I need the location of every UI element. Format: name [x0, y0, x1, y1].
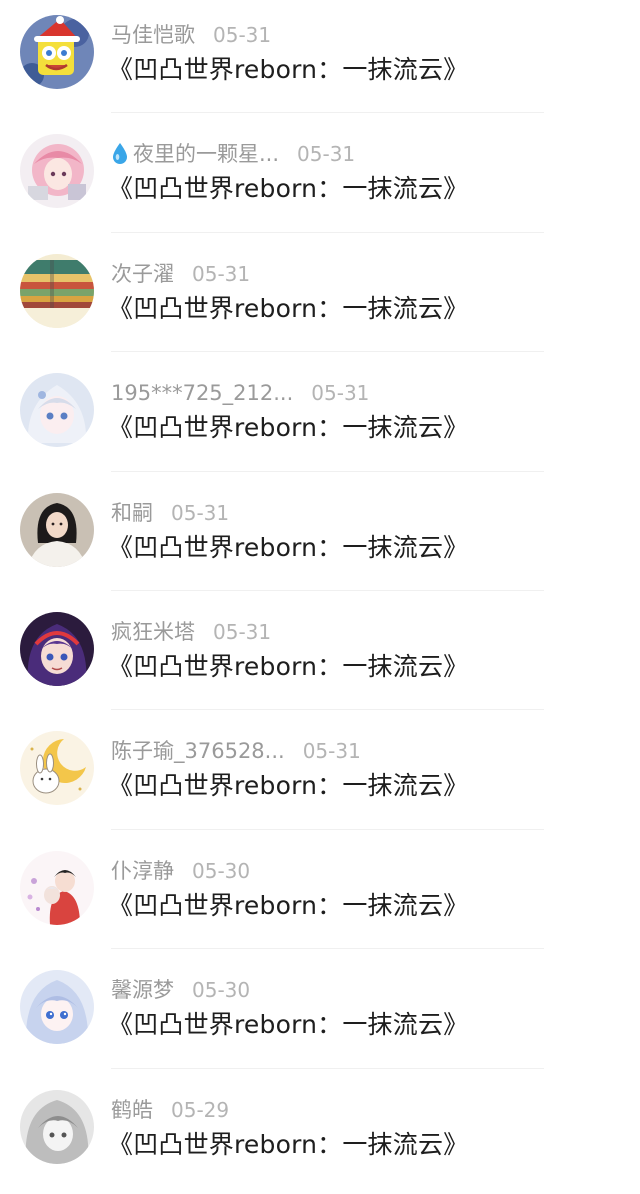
divider	[111, 589, 544, 591]
list-item[interactable]: 鹤皓 05-29 《凹凸世界reborn：一抹流云》	[0, 1075, 640, 1194]
comment-meta: 仆淳静 05-30	[111, 857, 250, 885]
comment-date: 05-31	[171, 500, 230, 525]
comment-meta: 195***725_212... 05-31	[111, 379, 369, 407]
avatar[interactable]	[20, 253, 94, 328]
comment-title[interactable]: 《凹凸世界reborn：一抹流云》	[108, 1008, 468, 1042]
bunny-moon-avatar-image	[20, 731, 94, 806]
white-hair-anime-avatar-image	[20, 373, 94, 448]
blue-hair-anime-avatar-image	[20, 970, 94, 1045]
comment-title[interactable]: 《凹凸世界reborn：一抹流云》	[108, 172, 468, 206]
username[interactable]: 夜里的一颗星...	[133, 140, 279, 168]
spongebob-santa-avatar-image	[20, 15, 94, 89]
username[interactable]: 马佳恺歌	[111, 21, 195, 49]
comment-date: 05-31	[213, 23, 272, 47]
comment-date: 05-31	[311, 381, 370, 406]
list-item[interactable]: 陈子瑜_376528... 05-31 《凹凸世界reborn：一抹流云》	[0, 716, 640, 835]
username[interactable]: 和嗣	[111, 499, 153, 527]
list-item[interactable]: 和嗣 05-31 《凹凸世界reborn：一抹流云》	[0, 478, 640, 597]
username[interactable]: 仆淳静	[111, 857, 174, 885]
girl-photo-avatar-image	[20, 492, 94, 567]
divider	[111, 112, 544, 114]
water-drop-icon	[111, 140, 131, 168]
divider	[111, 828, 544, 830]
comment-title[interactable]: 《凹凸世界reborn：一抹流云》	[108, 650, 468, 684]
anime-couple-avatar-image	[20, 850, 94, 925]
avatar[interactable]	[20, 611, 94, 686]
list-item[interactable]: 疯狂米塔 05-31 《凹凸世界reborn：一抹流云》	[0, 597, 640, 716]
comment-meta: 陈子瑜_376528... 05-31	[111, 737, 361, 765]
list-item[interactable]: 195***725_212... 05-31 《凹凸世界reborn：一抹流云》	[0, 358, 640, 477]
avatar[interactable]	[20, 492, 94, 567]
purple-hair-anime-avatar-image	[20, 611, 94, 686]
avatar[interactable]	[20, 15, 94, 89]
avatar[interactable]	[20, 731, 94, 806]
avatar[interactable]	[20, 373, 94, 448]
grayscale-anime-avatar-image	[20, 1089, 94, 1164]
username[interactable]: 鹤皓	[111, 1096, 153, 1124]
avatar[interactable]	[20, 970, 94, 1045]
divider	[111, 709, 544, 711]
comment-meta: 疯狂米塔 05-31	[111, 618, 271, 646]
comment-date: 05-31	[192, 261, 251, 286]
list-item[interactable]: 次子濯 05-31 《凹凸世界reborn：一抹流云》	[0, 239, 640, 358]
divider	[111, 470, 544, 472]
comment-title[interactable]: 《凹凸世界reborn：一抹流云》	[108, 53, 468, 87]
comment-title[interactable]: 《凹凸世界reborn：一抹流云》	[108, 292, 468, 326]
list-item[interactable]: 馨源梦 05-30 《凹凸世界reborn：一抹流云》	[0, 955, 640, 1074]
divider	[111, 351, 544, 353]
comment-title[interactable]: 《凹凸世界reborn：一抹流云》	[108, 531, 468, 565]
comment-meta: 鹤皓 05-29	[111, 1096, 229, 1124]
comment-date: 05-31	[213, 619, 272, 644]
list-item[interactable]: 夜里的一颗星... 05-31 《凹凸世界reborn：一抹流云》	[0, 119, 640, 238]
username[interactable]: 陈子瑜_376528...	[111, 737, 285, 765]
comment-title[interactable]: 《凹凸世界reborn：一抹流云》	[108, 889, 468, 923]
comment-title[interactable]: 《凹凸世界reborn：一抹流云》	[108, 1128, 468, 1162]
avatar[interactable]	[20, 850, 94, 925]
comment-meta: 夜里的一颗星... 05-31	[111, 140, 355, 168]
divider	[111, 1067, 544, 1069]
comment-list: 马佳恺歌 05-31 《凹凸世界reborn：一抹流云》 夜里的一颗星... 05-…	[0, 0, 640, 1194]
pink-hair-anime-avatar-image	[20, 134, 94, 209]
comment-title[interactable]: 《凹凸世界reborn：一抹流云》	[108, 769, 468, 803]
avatar[interactable]	[20, 134, 94, 209]
divider	[111, 948, 544, 950]
comment-meta: 馨源梦 05-30	[111, 976, 250, 1004]
username[interactable]: 馨源梦	[111, 976, 174, 1004]
comment-meta: 次子濯 05-31	[111, 260, 250, 288]
comment-date: 05-30	[192, 858, 251, 883]
comment-date: 05-31	[297, 142, 356, 167]
comment-date: 05-30	[192, 978, 251, 1003]
divider	[111, 231, 544, 233]
list-item[interactable]: 仆淳静 05-30 《凹凸世界reborn：一抹流云》	[0, 836, 640, 955]
comment-date: 05-31	[302, 739, 361, 764]
stacked-books-avatar-image	[20, 253, 94, 328]
comment-meta: 和嗣 05-31	[111, 499, 229, 527]
list-item[interactable]: 马佳恺歌 05-31 《凹凸世界reborn：一抹流云》	[0, 0, 640, 119]
username[interactable]: 疯狂米塔	[111, 618, 195, 646]
comment-title[interactable]: 《凹凸世界reborn：一抹流云》	[108, 411, 468, 445]
username[interactable]: 次子濯	[111, 260, 174, 288]
comment-date: 05-29	[171, 1097, 230, 1122]
username[interactable]: 195***725_212...	[111, 379, 293, 407]
comment-meta: 马佳恺歌 05-31	[111, 21, 271, 49]
avatar[interactable]	[20, 1089, 94, 1164]
